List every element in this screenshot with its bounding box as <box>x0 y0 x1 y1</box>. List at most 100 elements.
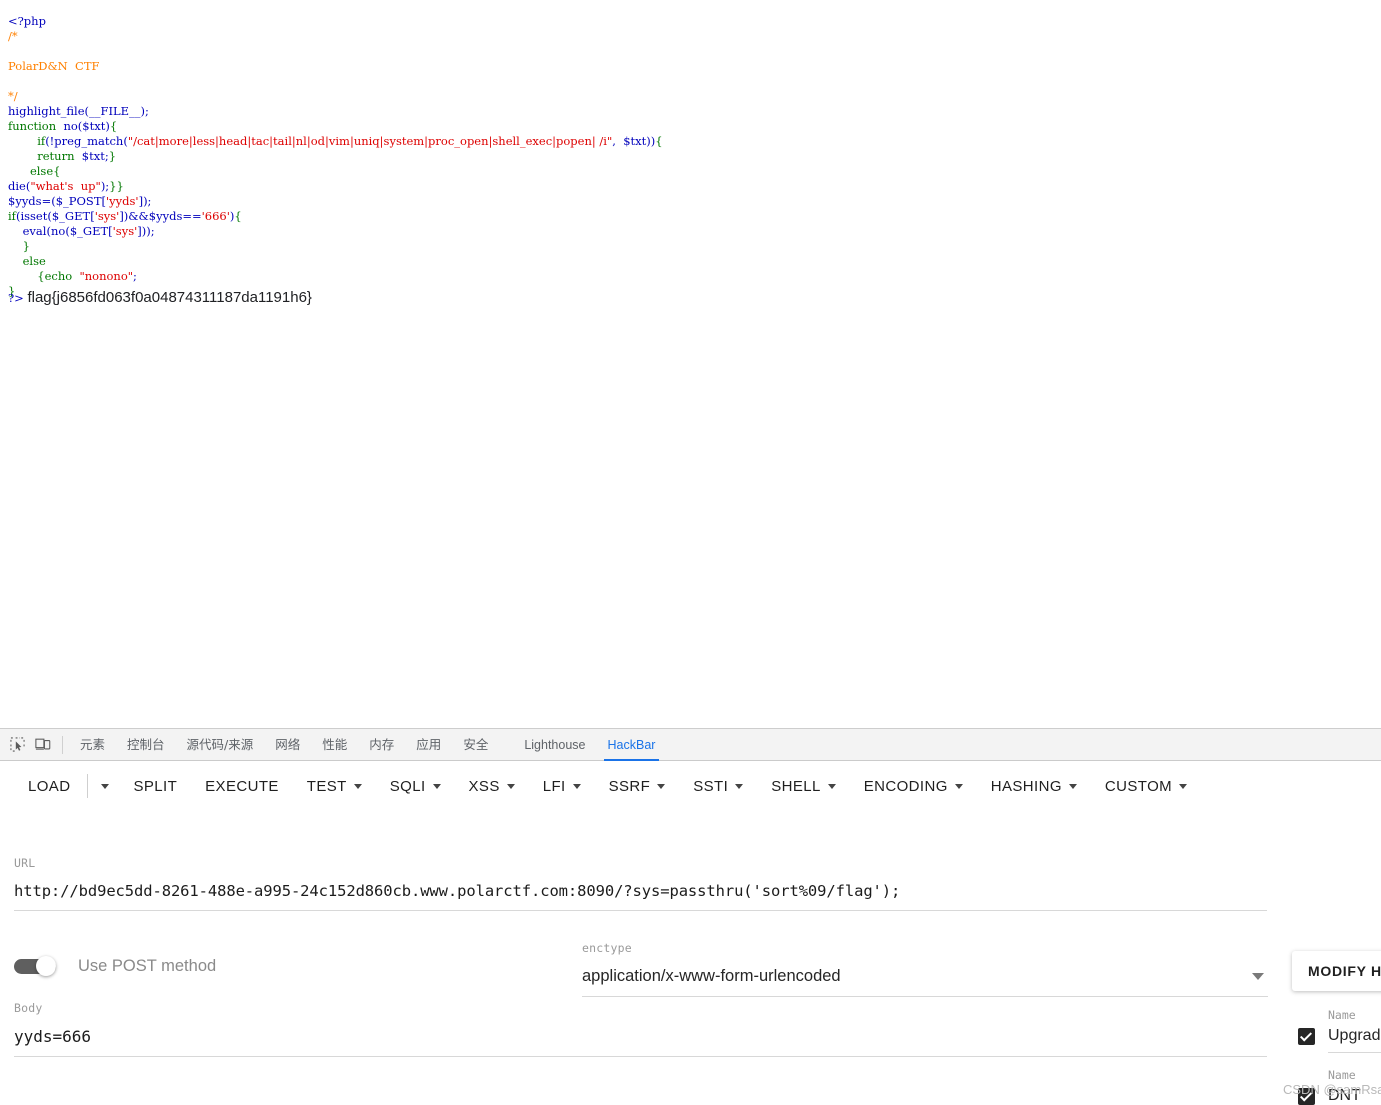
header-name-input[interactable]: Upgrad <box>1328 1027 1380 1045</box>
code-line: */ <box>8 89 1368 104</box>
body-input[interactable]: yyds=666 <box>14 1027 1267 1046</box>
code-token: ])&& <box>119 208 149 223</box>
code-line: return $txt;} <box>8 149 1368 164</box>
url-input[interactable]: http://bd9ec5dd-8261-488e-a995-24c152d86… <box>14 882 1267 900</box>
device-toolbar-icon[interactable] <box>30 732 56 758</box>
url-label: URL <box>14 856 36 870</box>
load-dropdown-button[interactable] <box>91 769 119 803</box>
hackbar-menu-xss[interactable]: XSS <box>455 769 529 803</box>
code-token: if <box>37 133 46 148</box>
code-line: $yyds=($_POST['yyds']); <box>8 194 1368 209</box>
code-line: die("what's up");}} <box>8 179 1368 194</box>
code-token: PolarD&N CTF <box>8 58 100 73</box>
devtools-tab-cjk3[interactable]: 网络 <box>264 729 311 761</box>
code-token: $_POST <box>55 193 102 208</box>
code-token: no( <box>59 118 83 133</box>
devtools-tabbar: 元素 控制台 源代码/来源 网络 性能 内存 应用 安全 Lighthouse HackBar <box>0 729 1381 761</box>
hackbar-menu-label: SHELL <box>771 777 821 795</box>
devtools-tab-cjk2[interactable]: 源代码/来源 <box>176 729 265 761</box>
hackbar-menu-execute[interactable]: EXECUTE <box>191 769 293 803</box>
code-token: isset <box>20 208 48 223</box>
code-line: {echo "nonono"; <box>8 269 1368 284</box>
code-token: { <box>53 163 61 178</box>
code-token: "what's up" <box>30 178 101 193</box>
code-token: die <box>8 178 26 193</box>
flag-output-line: ?> flag{j6856fd063f0a04874311187da1191h6… <box>8 290 312 306</box>
code-token: return <box>37 148 75 163</box>
chevron-down-icon <box>1252 973 1264 980</box>
hackbar-menu-encoding[interactable]: ENCODING <box>850 769 977 803</box>
code-token: */ <box>8 88 18 103</box>
chevron-down-icon <box>572 783 581 789</box>
enctype-select[interactable]: application/x-www-form-urlencoded <box>582 967 1268 986</box>
enctype-label: enctype <box>582 941 632 955</box>
code-token: { <box>234 208 242 223</box>
watermark: CSDN @samRsa <box>1283 1082 1381 1097</box>
chevron-down-icon <box>506 783 515 789</box>
devtools-tab-cjk6[interactable]: 应用 <box>405 729 452 761</box>
chevron-down-icon <box>735 783 744 789</box>
use-post-method-toggle[interactable] <box>14 956 60 976</box>
page-root: <?php/* PolarD&N CTF */highlight_file(__… <box>0 0 1381 1105</box>
code-token: function <box>8 118 60 133</box>
code-token: no <box>50 223 66 238</box>
hackbar-menu-label: SPLIT <box>133 777 178 795</box>
hackbar-menu-shell[interactable]: SHELL <box>757 769 850 803</box>
devtools-tab-cjk5[interactable]: 内存 <box>358 729 405 761</box>
hackbar-menu-label: XSS <box>468 777 500 795</box>
php-source-code: <?php/* PolarD&N CTF */highlight_file(__… <box>8 14 1368 299</box>
hackbar-menu-split[interactable]: SPLIT <box>119 769 191 803</box>
modify-headers-button[interactable]: MODIFY H <box>1292 951 1381 991</box>
code-line: highlight_file(__FILE__); <box>8 104 1368 119</box>
inspect-element-icon[interactable] <box>4 732 30 758</box>
hackbar-menu-test[interactable]: TEST <box>293 769 376 803</box>
php-closing-tag: ?> <box>8 291 24 305</box>
devtools-tab-cjk0[interactable]: 元素 <box>69 729 116 761</box>
chevron-down-icon <box>827 783 836 789</box>
hackbar-menu-label: EXECUTE <box>205 777 279 795</box>
devtools-tab-cjk7[interactable]: 安全 <box>452 729 499 761</box>
hackbar-menu-ssrf[interactable]: SSRF <box>595 769 680 803</box>
flag-value: flag{j6856fd063f0a04874311187da1191h6} <box>27 289 312 306</box>
body-label: Body <box>14 1001 43 1015</box>
use-post-method-label: Use POST method <box>78 956 217 975</box>
code-token: $_GET <box>69 223 109 238</box>
code-token: == <box>182 208 202 223</box>
code-line: if(isset($_GET['sys'])&&$yyds=='666'){ <box>8 209 1368 224</box>
devtools-tab-hackbar[interactable]: HackBar <box>597 729 667 761</box>
code-token: ; <box>133 268 137 283</box>
hackbar-menu-sqli[interactable]: SQLI <box>376 769 455 803</box>
code-line: function no($txt){ <box>8 119 1368 134</box>
hackbar-menu-load[interactable]: LOAD <box>14 769 84 803</box>
devtools-tab-cjk1[interactable]: 控制台 <box>116 729 176 761</box>
chevron-down-icon <box>1179 783 1188 789</box>
code-token: $txt <box>82 118 106 133</box>
post-method-row: Use POST method <box>14 956 216 976</box>
header-checkbox[interactable] <box>1298 1027 1315 1045</box>
hackbar-menu-lfi[interactable]: LFI <box>529 769 595 803</box>
code-token: if <box>8 208 16 223</box>
header-row: Upgrad <box>1298 1027 1381 1045</box>
code-token: { <box>109 118 118 133</box>
hackbar-menu-label: CUSTOM <box>1104 777 1173 795</box>
hackbar-menu-label: SSTI <box>693 777 729 795</box>
hackbar-menu-custom[interactable]: CUSTOM <box>1091 769 1201 803</box>
code-token: /* <box>8 28 18 43</box>
code-line: eval(no($_GET['sys'])); <box>8 224 1368 239</box>
devtools-tab-cjk4[interactable]: 性能 <box>311 729 358 761</box>
devtools-tab-lighthouse[interactable]: Lighthouse <box>513 729 596 761</box>
hackbar-menu-ssti[interactable]: SSTI <box>679 769 757 803</box>
header-item: Name Upgrad <box>1298 1008 1381 1053</box>
code-token: { <box>655 133 663 148</box>
code-token: }} <box>109 178 124 193</box>
hackbar-menu-label: LOAD <box>28 777 71 795</box>
code-token: (! <box>45 133 55 148</box>
hackbar-menu-hashing[interactable]: HASHING <box>977 769 1091 803</box>
enctype-value: application/x-www-form-urlencoded <box>582 967 841 985</box>
chevron-down-icon <box>954 783 963 789</box>
code-line: } <box>8 239 1368 254</box>
hackbar-menu-label: SQLI <box>389 777 426 795</box>
code-token: ]); <box>138 193 152 208</box>
